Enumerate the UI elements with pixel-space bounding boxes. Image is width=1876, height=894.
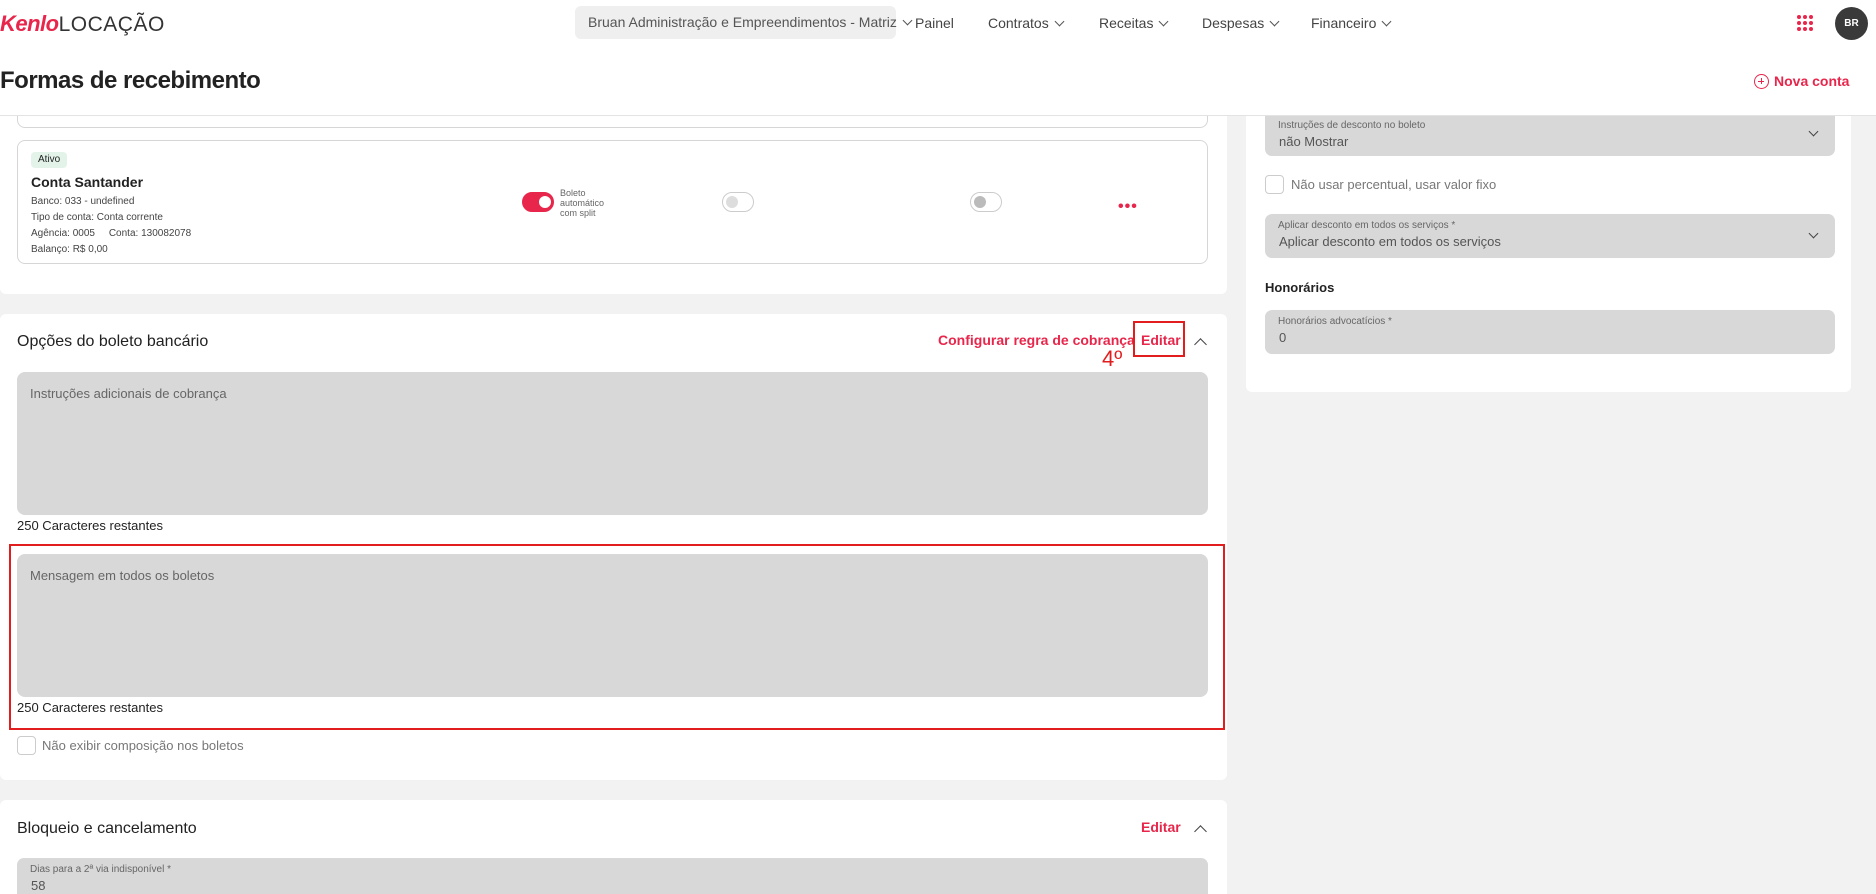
nav-painel[interactable]: Painel — [915, 0, 954, 47]
days-second-copy-label: Dias para a 2ª via indisponível * — [30, 864, 172, 875]
page-header: Formas de recebimento Nova conta — [0, 47, 1876, 116]
chevron-down-icon — [902, 15, 913, 26]
bank-account-card: Ativo Conta Santander Banco: 033 - undef… — [17, 140, 1208, 264]
days-second-copy-field[interactable]: Dias para a 2ª via indisponível * 58 — [17, 858, 1208, 894]
apply-discount-all-label: Aplicar desconto em todos os serviços * — [1278, 220, 1456, 231]
balance: Balanço: R$ 0,00 — [31, 244, 108, 255]
nav-label: Painel — [915, 15, 954, 31]
chevron-up-icon[interactable] — [1194, 825, 1207, 838]
fees-title: Honorários — [1265, 280, 1335, 295]
lawyer-fees-value: 0 — [1279, 330, 1287, 345]
discount-instructions-select[interactable]: Instruções de desconto no boleto não Mos… — [1265, 116, 1835, 156]
blocking-title: Bloqueio e cancelamento — [17, 820, 197, 837]
hide-composition-label: Não exibir composição nos boletos — [42, 738, 244, 753]
nav-contratos[interactable]: Contratos — [988, 0, 1065, 47]
nav-despesas[interactable]: Despesas — [1202, 0, 1280, 47]
discount-fees-card: Instruções de desconto no boleto não Mos… — [1246, 116, 1851, 392]
auto-boleto-split-toggle[interactable] — [522, 192, 554, 212]
nav-label: Despesas — [1202, 15, 1265, 31]
chevron-up-icon[interactable] — [1194, 338, 1207, 351]
logo-product: LOCAÇÃO — [58, 13, 165, 36]
more-options-icon[interactable]: ••• — [1118, 198, 1138, 216]
agency-account: Agência: 0005 Conta: 130082078 — [31, 228, 192, 239]
discount-instructions-label: Instruções de desconto no boleto — [1278, 120, 1426, 131]
plus-circle-icon — [1754, 74, 1769, 89]
apps-grid-icon[interactable] — [1797, 15, 1813, 31]
nav-label: Receitas — [1099, 15, 1154, 31]
chevron-down-icon — [1269, 16, 1280, 27]
apply-discount-all-value: Aplicar desconto em todos os serviços — [1279, 234, 1501, 249]
chevron-down-icon — [1381, 16, 1392, 27]
nav-financeiro[interactable]: Financeiro — [1311, 0, 1392, 47]
blocking-card: Bloqueio e cancelamento Editar Dias para… — [0, 800, 1227, 894]
fixed-value-label: Não usar percentual, usar valor fixo — [1291, 177, 1497, 192]
toggle-3[interactable] — [970, 192, 1002, 212]
new-account-label: Nova conta — [1774, 73, 1850, 89]
avatar[interactable]: BR — [1835, 7, 1868, 40]
chevron-down-icon — [1808, 228, 1819, 239]
nav-receitas[interactable]: Receitas — [1099, 0, 1169, 47]
discount-instructions-value: não Mostrar — [1279, 134, 1349, 149]
bank-code: Banco: 033 - undefined — [31, 196, 135, 207]
status-badge: Ativo — [31, 152, 68, 168]
kenlo-logo[interactable]: KenloLOCAÇÃO — [0, 11, 165, 37]
step-annotation: 4º — [1102, 346, 1123, 371]
edit-blocking-button[interactable]: Editar — [1141, 819, 1181, 835]
lawyer-fees-label: Honorários advocatícios * — [1278, 316, 1392, 327]
page-title: Formas de recebimento — [0, 67, 261, 94]
toggle-2[interactable] — [722, 192, 754, 212]
auto-boleto-split-label: Boleto automático com split — [560, 188, 605, 218]
days-second-copy-value: 58 — [31, 878, 46, 893]
account-type: Tipo de conta: Conta corrente — [31, 212, 163, 223]
fixed-value-checkbox[interactable] — [1265, 175, 1284, 194]
chevron-down-icon — [1159, 16, 1169, 27]
logo-brand: Kenlo — [0, 11, 59, 36]
additional-instructions-label: Instruções adicionais de cobrança — [30, 386, 227, 401]
chevron-down-icon — [1054, 16, 1065, 27]
bank-account-name: Conta Santander — [31, 174, 144, 190]
lawyer-fees-field[interactable]: Honorários advocatícios * 0 — [1265, 310, 1835, 354]
new-account-button[interactable]: Nova conta — [1754, 71, 1849, 89]
hide-composition-checkbox[interactable] — [17, 736, 36, 755]
boleto-options-title: Opções do boleto bancário — [17, 333, 209, 350]
top-navigation-bar: KenloLOCAÇÃO Bruan Administração e Empre… — [0, 0, 1876, 47]
previous-account-card — [17, 116, 1208, 128]
chevron-down-icon — [1808, 126, 1819, 137]
nav-label: Financeiro — [1311, 15, 1377, 31]
apply-discount-all-select[interactable]: Aplicar desconto em todos os serviços * … — [1265, 214, 1835, 258]
highlight-edit-button — [1133, 321, 1185, 357]
company-selector[interactable]: Bruan Administração e Empreendimentos - … — [575, 6, 913, 39]
nav-label: Contratos — [988, 15, 1049, 31]
additional-instructions-textarea[interactable]: Instruções adicionais de cobrança — [17, 372, 1208, 515]
additional-instructions-counter: 250 Caracteres restantes — [17, 518, 163, 533]
highlight-message-section — [9, 544, 1225, 730]
company-selector-label: Bruan Administração e Empreendimentos - … — [588, 14, 897, 30]
